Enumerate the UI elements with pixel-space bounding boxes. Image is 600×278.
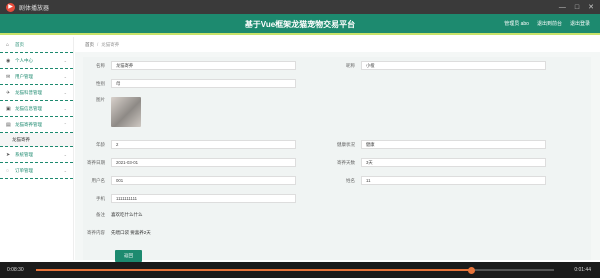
breadcrumb: 首页 / 龙猫寄养	[75, 37, 600, 52]
breadcrumb-current: 龙猫寄养	[101, 41, 120, 47]
box-icon: ▤	[6, 121, 11, 128]
chevron-down-icon: ⌄	[63, 58, 67, 63]
logout-link[interactable]: 退出登录	[570, 20, 590, 27]
days-label: 寄养天数	[337, 159, 355, 165]
app-header: 基于Vue框架龙猫宠物交易平台 管理员 abo 退出到前台 退出登录	[0, 14, 600, 35]
name-label: 名称	[96, 62, 105, 68]
gender-field[interactable]: 母	[111, 79, 296, 88]
home-icon: ⌂	[6, 41, 10, 48]
chevron-down-icon: ⌄	[63, 106, 67, 111]
status-field[interactable]: 11	[361, 176, 546, 185]
users-icon: ✉	[6, 73, 11, 80]
chevron-up-icon: ⌃	[63, 122, 67, 127]
player-title-bar: ▶ 剧体播放器 — □ ✕	[0, 0, 600, 14]
sidebar-item-science[interactable]: ✈ 龙猫科普管理 ⌄	[0, 85, 73, 101]
sidebar-subitem-foster[interactable]: 龙猫寄养	[0, 133, 73, 147]
sidebar-item-info[interactable]: ▣ 龙猫信息管理 ⌄	[0, 101, 73, 117]
info-icon: ▣	[6, 105, 11, 112]
nick-label: 昵称	[346, 62, 355, 68]
remark-value: 喜欢吃什么什么	[111, 212, 143, 217]
app-logo-icon: ▶	[6, 2, 15, 12]
user-icon: ◉	[6, 57, 11, 64]
remark-label: 备注	[96, 212, 105, 217]
account-field[interactable]: 001	[111, 176, 296, 185]
admin-user-link[interactable]: 管理员 abo	[504, 20, 529, 27]
days-field[interactable]: 3天	[361, 158, 546, 167]
chevron-down-icon: ⌄	[63, 90, 67, 95]
gender-label: 性别	[96, 80, 105, 86]
age-field[interactable]: 2	[111, 140, 296, 149]
phone-label: 手机	[96, 195, 105, 201]
health-field[interactable]: 健康	[361, 140, 546, 149]
to-frontend-link[interactable]: 退出到前台	[537, 20, 562, 27]
health-label: 健康状况	[337, 141, 355, 147]
breadcrumb-separator: /	[97, 42, 99, 47]
sidebar-item-users[interactable]: ✉ 用户管理 ⌄	[0, 69, 73, 85]
image-label: 图片	[96, 97, 105, 102]
minimize-button[interactable]: —	[559, 4, 566, 11]
nick-field[interactable]: 小橙	[361, 61, 546, 70]
sidebar-item-system[interactable]: ➤ 系统管理 ⌄	[0, 147, 73, 163]
age-label: 年龄	[96, 141, 105, 147]
name-field[interactable]: 龙猫寄养	[111, 61, 296, 70]
back-button[interactable]: 返回	[115, 250, 142, 262]
main-content: 首页 / 龙猫寄养 名称 龙猫寄养 昵称 小橙 性别母 图片 年龄 2 健康状况 健康 …	[75, 37, 600, 262]
player-control-bar: 0:08:30 0:01:44	[0, 262, 600, 278]
detail-form: 名称 龙猫寄养 昵称 小橙 性别母 图片 年龄 2 健康状况 健康 寄养日期 2021-0…	[83, 57, 591, 262]
sidebar-item-orders[interactable]: ◌ 订单管理 ⌄	[0, 163, 73, 179]
date-label: 寄养日期	[87, 159, 105, 165]
account-label: 用户名	[91, 177, 106, 183]
sidebar-item-profile[interactable]: ◉ 个人中心 ⌄	[0, 53, 73, 69]
maximize-button[interactable]: □	[575, 4, 579, 11]
sidebar-item-home[interactable]: ⌂ 首页	[0, 37, 73, 53]
window-title: 剧体播放器	[19, 5, 50, 12]
seek-handle[interactable]	[467, 266, 475, 274]
close-button[interactable]: ✕	[588, 3, 594, 11]
duration-time: 0:01:44	[574, 267, 591, 273]
date-field[interactable]: 2021-03-01	[111, 158, 296, 167]
sidebar-item-foster[interactable]: ▤ 龙猫寄养管理 ⌃	[0, 117, 73, 133]
chevron-down-icon: ⌄	[63, 168, 67, 173]
current-time: 0:08:30	[7, 267, 24, 273]
seek-bar[interactable]	[36, 266, 554, 274]
phone-field[interactable]: 1111111111	[111, 194, 296, 203]
settings-icon: ➤	[6, 151, 11, 158]
content-label: 寄养内容	[87, 230, 105, 235]
content-value: 先喂口袋 要喜养2天	[111, 230, 151, 235]
status-label: 姓名	[346, 177, 355, 183]
sidebar: ⌂ 首页 ◉ 个人中心 ⌄ ✉ 用户管理 ⌄ ✈ 龙猫科普管理 ⌄ ▣ 龙猫信息管理 ⌄ ▤ 龙猫寄…	[0, 37, 74, 260]
order-icon: ◌	[6, 167, 9, 174]
seek-progress	[36, 269, 472, 271]
book-icon: ✈	[6, 89, 11, 96]
chevron-down-icon: ⌄	[63, 152, 67, 157]
chevron-down-icon: ⌄	[63, 74, 67, 79]
breadcrumb-home[interactable]: 首页	[85, 42, 94, 48]
pet-image	[111, 97, 141, 127]
